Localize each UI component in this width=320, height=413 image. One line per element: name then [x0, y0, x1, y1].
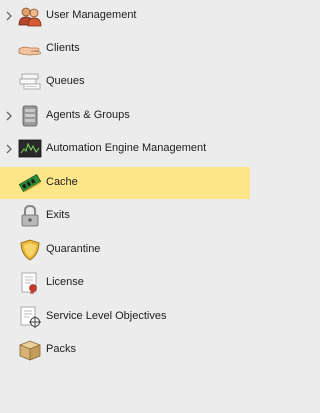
chevron-right-icon[interactable] [4, 110, 14, 122]
admin-navigation-tree: User Management Clients Queues Agents & … [0, 0, 250, 413]
nav-item-service-level-objectives[interactable]: Service Level Objectives [0, 301, 250, 333]
nav-item-clients[interactable]: Clients [0, 33, 250, 65]
nav-item-label: Service Level Objectives [46, 310, 167, 322]
nav-item-label: Quarantine [46, 243, 101, 255]
nav-item-automation-engine-management[interactable]: Automation Engine Management [0, 133, 250, 165]
nav-item-label: Packs [46, 343, 76, 355]
certificate-icon [18, 271, 42, 295]
shield-icon [18, 238, 42, 262]
document-target-icon [18, 305, 42, 329]
users-icon [18, 4, 42, 28]
queues-icon [18, 70, 42, 94]
nav-item-label: Queues [46, 75, 85, 87]
nav-item-quarantine[interactable]: Quarantine [0, 234, 250, 266]
nav-item-label: Clients [46, 42, 80, 54]
chevron-right-icon[interactable] [4, 143, 14, 155]
nav-item-cache[interactable]: Cache [0, 167, 250, 199]
nav-item-queues[interactable]: Queues [0, 66, 250, 98]
nav-item-label: Exits [46, 209, 70, 221]
nav-item-license[interactable]: License [0, 267, 250, 299]
chevron-right-icon[interactable] [4, 10, 14, 22]
nav-item-agents-groups[interactable]: Agents & Groups [0, 100, 250, 132]
nav-item-label: Automation Engine Management [46, 142, 207, 154]
hand-icon [18, 37, 42, 61]
nav-item-label: Cache [46, 176, 78, 188]
box-icon [18, 338, 42, 362]
nav-item-exits[interactable]: Exits [0, 200, 250, 232]
nav-item-label: License [46, 276, 84, 288]
nav-item-label: Agents & Groups [46, 109, 130, 121]
server-icon [18, 104, 42, 128]
lock-icon [18, 204, 42, 228]
monitor-chart-icon [18, 137, 42, 161]
nav-item-label: User Management [46, 9, 137, 21]
nav-item-user-management[interactable]: User Management [0, 0, 250, 32]
memory-chip-icon [18, 171, 42, 195]
nav-item-packs[interactable]: Packs [0, 334, 250, 366]
